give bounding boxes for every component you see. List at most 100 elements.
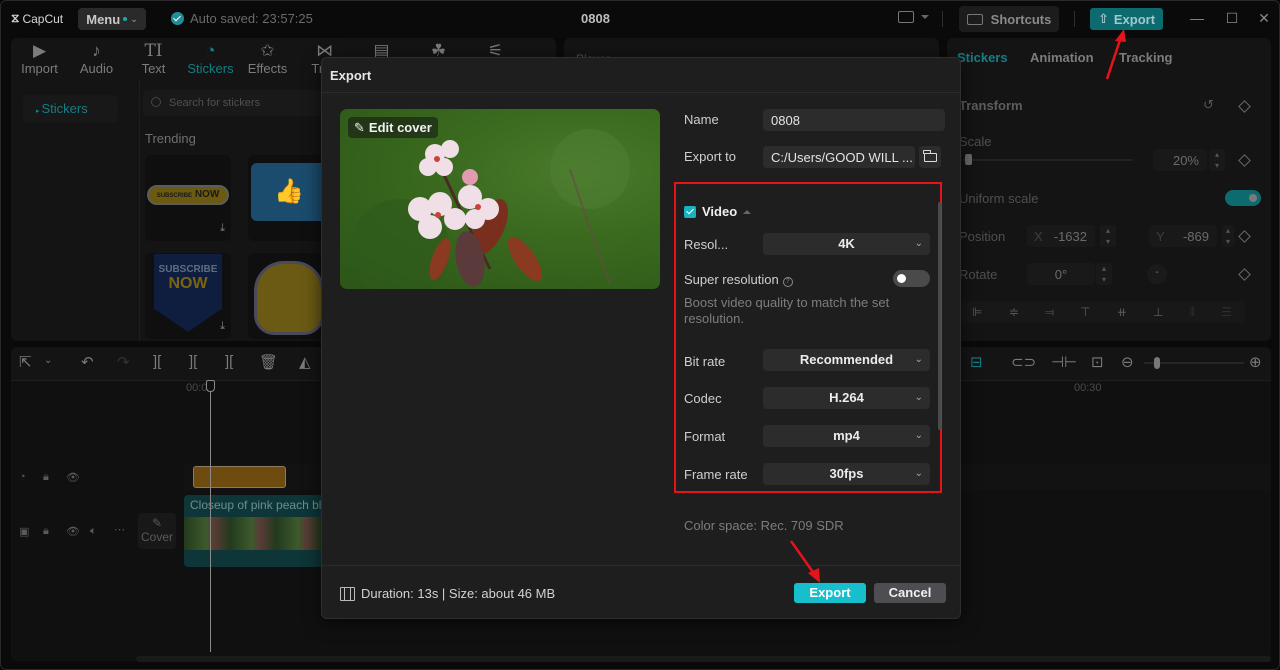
redo-icon[interactable]: ↷ [117,353,130,371]
magnet-snap-icon[interactable]: ⊟ [970,353,983,371]
rotate-input[interactable]: 0° [1027,263,1095,285]
scale-slider-handle[interactable] [965,154,972,165]
name-label: Name [684,112,719,127]
align-right-icon[interactable]: ⫤ [1045,305,1054,320]
eye-icon[interactable]: 👁︎ [66,471,80,484]
tab-text[interactable]: TI Text [125,38,182,80]
select-tool-icon[interactable]: ⇱ [19,353,32,371]
align-center-v-icon[interactable]: ⧺ [1117,305,1127,319]
sticker-item[interactable] [248,253,324,339]
super-resolution-label: Super resolution? [684,272,793,287]
zoom-to-fit-icon[interactable]: ⊡ [1091,353,1104,371]
position-y-input[interactable]: Y -869 [1149,225,1217,247]
settings-scrollbar[interactable] [938,202,941,430]
zoom-in-icon[interactable]: ⊕ [1249,353,1262,371]
cover-button[interactable]: ✎ Cover [138,513,176,549]
codec-select[interactable]: H.264 ⌄ [763,387,930,409]
browse-folder-button[interactable] [919,146,941,168]
tab-audio[interactable]: ♪ Audio [68,38,125,80]
scale-input[interactable]: 20% [1153,149,1207,171]
duration-size-info: Duration: 13s | Size: about 46 MB [340,586,555,601]
help-icon[interactable]: ? [782,277,793,287]
playhead-handle[interactable] [206,380,215,392]
position-y-stepper[interactable]: ▴ ▾ [1222,225,1234,247]
uniform-scale-toggle[interactable] [1225,190,1261,206]
chevron-down-icon: ⌄ [130,13,138,24]
tab-stickers[interactable]: ◔ Stickers [182,38,239,80]
menu-button[interactable]: Menu ⌄ [78,8,146,30]
rotate-stepper[interactable]: ▴ ▾ [1096,263,1112,285]
thumbs-up-hand-sticker [254,261,324,335]
video-checkbox[interactable] [684,205,696,218]
shortcuts-button[interactable]: Shortcuts [959,6,1059,32]
split-icon[interactable]: ][ [153,353,161,370]
timeline-zoom-slider[interactable] [1144,357,1244,369]
reset-icon[interactable]: ↺ [1203,97,1214,113]
more-icon[interactable]: ⋯ [114,523,125,536]
close-icon[interactable]: ✕ [1255,10,1273,27]
import-icon: ▶ [32,41,47,60]
align-top-icon[interactable]: ⊤ [1080,305,1090,319]
tab-import[interactable]: ▶ Import [11,38,68,80]
audio-icon[interactable]: 🔈︎ [90,525,97,538]
sticker-clip[interactable] [193,466,286,488]
edit-cover-button[interactable]: ✎ Edit cover [348,117,438,138]
minimize-icon[interactable]: — [1188,10,1206,26]
lock-icon[interactable]: 🔒︎ [43,471,49,484]
chevron-down-icon[interactable]: ⌄ [44,355,52,366]
cover-preview[interactable]: ✎ Edit cover [340,109,660,289]
sidebar-item-stickers[interactable]: ▸ Stickers [23,95,118,123]
position-x-stepper[interactable]: ▴ ▾ [1100,225,1116,247]
rotate-dial[interactable]: - [1147,264,1167,284]
align-bottom-icon[interactable]: ⊥ [1153,305,1163,319]
tab-effects[interactable]: ✩ Effects [239,38,296,80]
super-resolution-toggle[interactable] [893,270,930,287]
zoom-slider-handle[interactable] [1154,357,1160,369]
export-path-input[interactable]: C:/Users/GOOD WILL ... [763,146,915,168]
scale-slider[interactable] [963,154,1133,165]
distribute-v-icon[interactable]: ☰ [1221,305,1232,319]
mirror-icon[interactable]: ◭ [299,353,311,371]
sticker-search-input[interactable]: Search for stickers [143,90,323,116]
tab-animation[interactable]: Animation [1030,50,1094,65]
name-input[interactable]: 0808 [763,109,945,131]
cancel-button[interactable]: Cancel [874,583,946,603]
position-x-input[interactable]: X -1632 [1027,225,1095,247]
split-preview-icon[interactable]: ⊣⊢ [1051,353,1077,371]
link-icon[interactable]: ⊂⊃ [1011,353,1036,371]
distribute-h-icon[interactable]: ⦀ [1190,305,1195,320]
scale-stepper[interactable]: ▴ ▾ [1209,149,1225,171]
layout-icon[interactable] [898,11,914,23]
undo-icon[interactable]: ↶ [81,353,94,371]
align-center-h-icon[interactable]: ≑ [1009,305,1019,319]
resolution-select[interactable]: 4K ⌄ [763,233,930,255]
split-left-icon[interactable]: ][ [189,353,197,370]
tab-stickers-properties[interactable]: Stickers [957,50,1008,65]
sticker-item[interactable]: SUBSCRIBE NOW ⤓ [145,155,231,241]
bitrate-select[interactable]: Recommended ⌄ [763,349,930,371]
export-button[interactable]: Export [794,583,866,603]
framerate-select[interactable]: 30fps ⌄ [763,463,930,485]
keyboard-icon [966,13,983,25]
format-select[interactable]: mp4 ⌄ [763,425,930,447]
download-icon[interactable]: ⤓ [220,222,225,235]
zoom-out-icon[interactable]: ⊖ [1121,353,1134,371]
lock-icon[interactable]: 🔒︎ [43,525,49,538]
maximize-icon[interactable]: ☐ [1223,10,1241,27]
chevron-down-icon: ⌄ [914,238,923,249]
playhead[interactable] [210,382,211,652]
timeline-scrollbar[interactable] [136,656,1271,662]
delete-icon[interactable]: 🗑 [259,353,278,371]
download-icon[interactable]: ⤓ [220,320,225,333]
upload-icon: ⇧ [1097,11,1109,26]
video-clip[interactable]: Closeup of pink peach bl [184,495,324,567]
caret-down-icon[interactable] [921,15,929,19]
sticker-item[interactable]: SUBSCRIBE NOW ⤓ [145,253,231,339]
transform-section-title[interactable]: Transform [959,98,1023,113]
video-section-header[interactable]: Video [684,204,752,219]
check-circle-icon [171,12,184,25]
align-left-icon[interactable]: ⊫ [972,305,982,319]
sticker-item[interactable]: 👍 [248,155,324,241]
eye-icon[interactable]: 👁︎ [66,525,80,538]
split-right-icon[interactable]: ][ [225,353,233,370]
